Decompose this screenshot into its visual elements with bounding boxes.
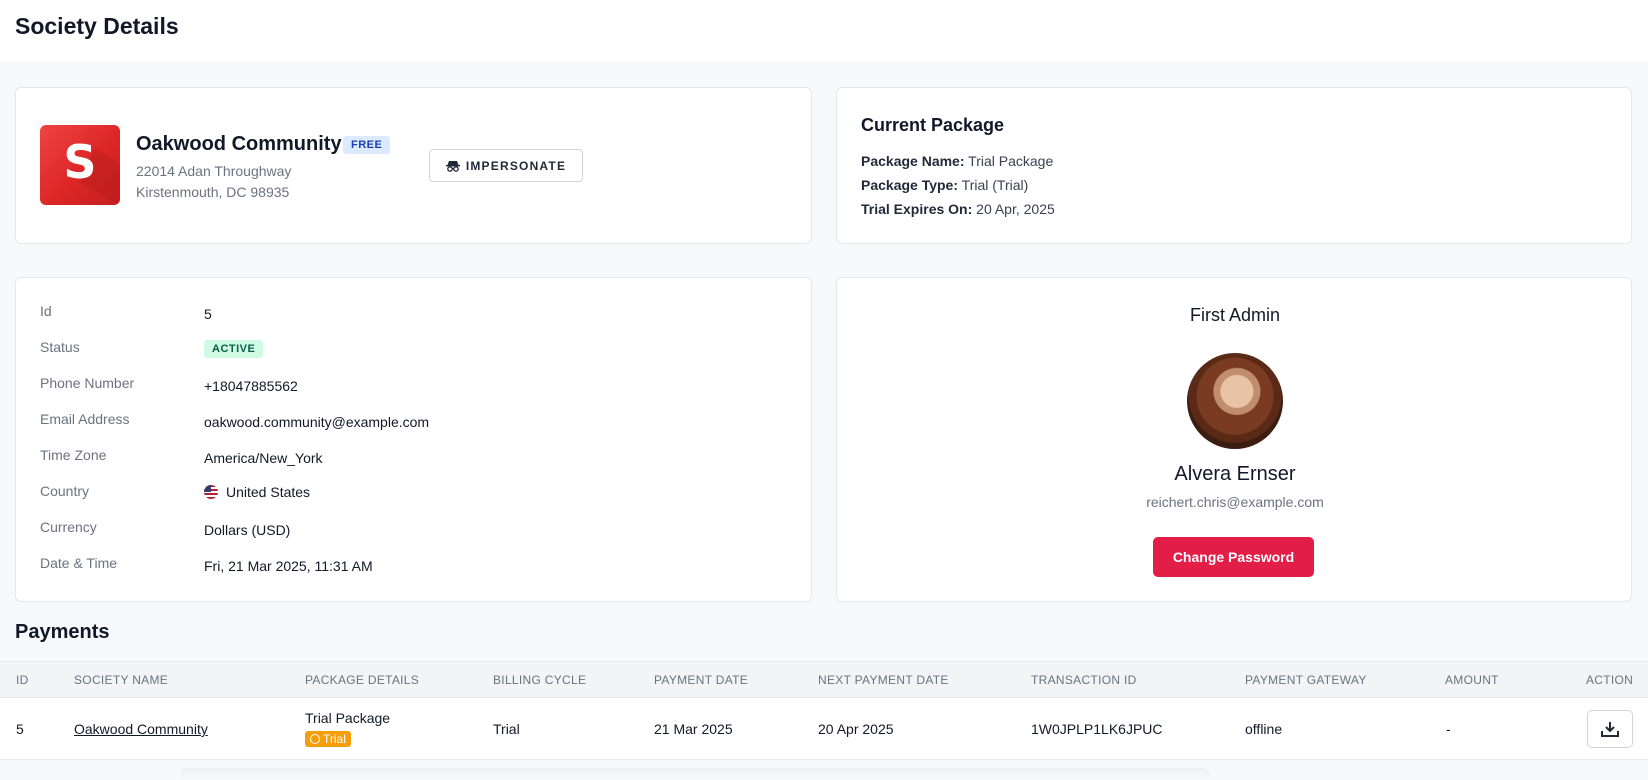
package-type-row: Package Type: Trial (Trial) — [861, 177, 1028, 193]
society-details-card: Id 5 Status ACTIVE Phone Number +1804788… — [15, 277, 812, 602]
logo-letter: S — [63, 135, 97, 189]
package-name-value: Trial Package — [968, 153, 1054, 169]
status-label: Status — [40, 339, 80, 355]
plan-badge: FREE — [343, 136, 391, 154]
payments-table-header: ID SOCIETY NAME PACKAGE DETAILS BILLING … — [0, 661, 1648, 698]
col-id: ID — [16, 673, 29, 687]
phone-value: +18047885562 — [204, 378, 298, 394]
cell-billing-cycle: Trial — [493, 721, 520, 737]
address-line-1: 22014 Adan Throughway — [136, 163, 292, 179]
incognito-icon — [445, 160, 460, 172]
status-value: ACTIVE — [204, 340, 264, 358]
package-type-value: Trial (Trial) — [961, 177, 1029, 193]
id-label: Id — [40, 303, 52, 319]
timezone-label: Time Zone — [40, 447, 107, 463]
address-line-2: Kirstenmouth, DC 98935 — [136, 184, 290, 200]
currency-value: Dollars (USD) — [204, 522, 291, 538]
trial-badge: Trial — [305, 731, 351, 747]
trial-expires-value: 20 Apr, 2025 — [976, 201, 1055, 217]
top-bar: Society Details — [0, 0, 1648, 62]
clock-icon — [310, 734, 320, 744]
table-row: 5 Oakwood Community Trial Package Trial … — [0, 698, 1648, 760]
id-value: 5 — [204, 306, 212, 322]
cell-amount: - — [1446, 721, 1451, 737]
us-flag-icon — [204, 485, 218, 499]
status-badge: ACTIVE — [204, 340, 264, 358]
col-transaction-id: TRANSACTION ID — [1031, 673, 1137, 687]
email-label: Email Address — [40, 411, 130, 427]
package-title: Current Package — [861, 115, 1005, 135]
cell-transaction-id: 1W0JPLP1LK6JPUC — [1031, 721, 1163, 737]
payments-title: Payments — [15, 621, 110, 643]
col-action: ACTION — [1586, 673, 1634, 687]
col-package-details: PACKAGE DETAILS — [305, 673, 420, 687]
society-name: Oakwood Community — [136, 133, 342, 155]
change-password-button[interactable]: Change Password — [1153, 537, 1314, 577]
cell-payment-gateway: offline — [1245, 721, 1283, 737]
col-society-name: SOCIETY NAME — [74, 673, 169, 687]
currency-label: Currency — [40, 519, 97, 535]
country-value: United States — [204, 484, 310, 500]
country-label: Country — [40, 483, 90, 499]
datetime-label: Date & Time — [40, 555, 118, 571]
package-type-label: Package Type: — [861, 177, 959, 193]
trial-badge-label: Trial — [323, 732, 346, 746]
admin-title: First Admin — [1189, 305, 1281, 325]
phone-label: Phone Number — [40, 375, 135, 391]
impersonate-button[interactable]: IMPERSONATE — [429, 149, 583, 182]
impersonate-label: IMPERSONATE — [465, 158, 567, 173]
col-next-payment-date: NEXT PAYMENT DATE — [818, 673, 949, 687]
avatar — [1187, 353, 1283, 449]
society-logo: S — [40, 125, 120, 205]
col-amount: AMOUNT — [1445, 673, 1499, 687]
admin-email: reichert.chris@example.com — [1146, 494, 1324, 510]
trial-expires-row: Trial Expires On: 20 Apr, 2025 — [861, 201, 1055, 217]
download-icon — [1601, 722, 1619, 737]
page-title: Society Details — [15, 13, 179, 39]
current-package-card: Current Package Package Name: Trial Pack… — [836, 87, 1632, 244]
cell-id: 5 — [16, 721, 24, 737]
cell-package-name: Trial Package — [305, 710, 391, 726]
society-card: S Oakwood Community FREE 22014 Adan Thro… — [15, 87, 812, 244]
col-billing-cycle: BILLING CYCLE — [493, 673, 587, 687]
package-name-label: Package Name: — [861, 153, 965, 169]
cell-payment-date: 21 Mar 2025 — [654, 721, 733, 737]
col-payment-gateway: PAYMENT GATEWAY — [1245, 673, 1367, 687]
datetime-value: Fri, 21 Mar 2025, 11:31 AM — [204, 558, 373, 574]
country-name: United States — [226, 484, 311, 500]
package-name-row: Package Name: Trial Package — [861, 153, 1053, 169]
society-name-link[interactable]: Oakwood Community — [74, 721, 208, 737]
cell-next-payment-date: 20 Apr 2025 — [818, 721, 894, 737]
trial-expires-label: Trial Expires On: — [861, 201, 973, 217]
first-admin-card: First Admin Alvera Ernser reichert.chris… — [836, 277, 1632, 602]
email-value: oakwood.community@example.com — [204, 414, 430, 430]
footer-divider — [180, 768, 1210, 780]
col-payment-date: PAYMENT DATE — [654, 673, 749, 687]
admin-name: Alvera Ernser — [1174, 463, 1296, 485]
timezone-value: America/New_York — [204, 450, 323, 466]
download-button[interactable] — [1587, 710, 1633, 748]
